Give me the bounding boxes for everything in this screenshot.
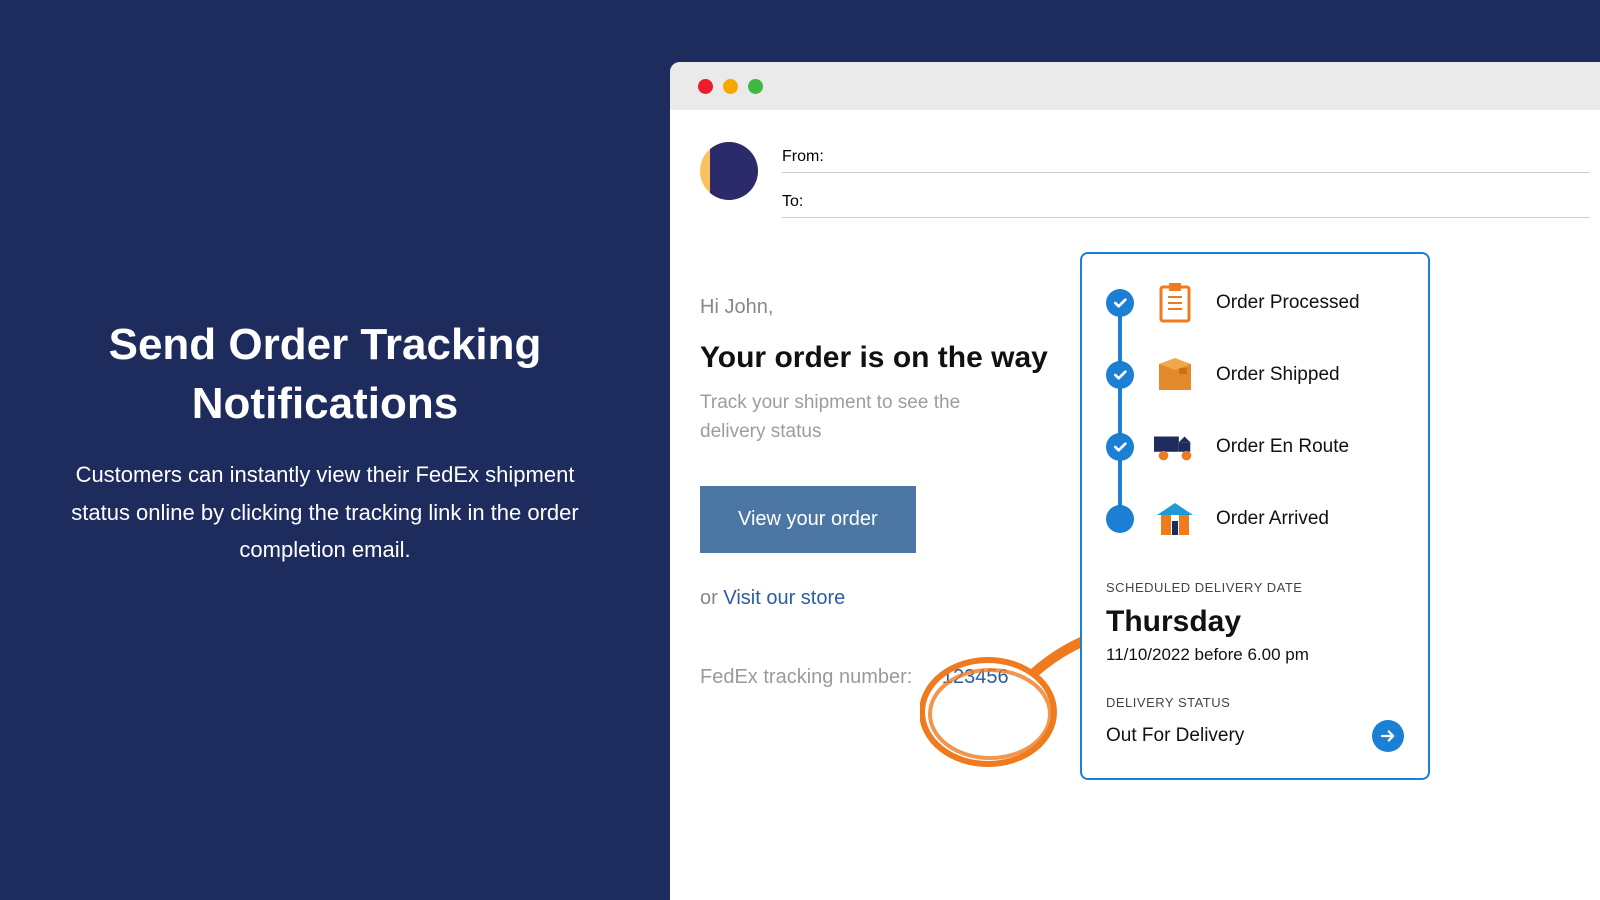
truck-icon bbox=[1154, 432, 1196, 462]
window-minimize-icon[interactable] bbox=[723, 79, 738, 94]
from-field[interactable]: From: bbox=[782, 142, 1590, 173]
view-order-button[interactable]: View your order bbox=[700, 486, 916, 553]
step-current-icon bbox=[1106, 505, 1134, 533]
scheduled-delivery-time: 11/10/2022 before 6.00 pm bbox=[1106, 645, 1404, 665]
step-arrived: Order Arrived bbox=[1106, 492, 1404, 546]
step-label: Order En Route bbox=[1216, 436, 1349, 458]
scheduled-delivery-label: SCHEDULED DELIVERY DATE bbox=[1106, 580, 1404, 595]
marketing-copy: Send Order Tracking Notifications Custom… bbox=[60, 315, 590, 569]
delivery-status-label: DELIVERY STATUS bbox=[1106, 695, 1404, 710]
step-connector bbox=[1118, 290, 1122, 508]
delivery-details-button[interactable] bbox=[1372, 720, 1404, 752]
to-label: To: bbox=[782, 193, 803, 211]
step-check-icon bbox=[1106, 289, 1134, 317]
house-icon bbox=[1154, 501, 1196, 537]
step-label: Order Shipped bbox=[1216, 364, 1340, 386]
window-maximize-icon[interactable] bbox=[748, 79, 763, 94]
step-enroute: Order En Route bbox=[1106, 420, 1404, 474]
marketing-title: Send Order Tracking Notifications bbox=[60, 315, 590, 434]
tracking-label: FedEx tracking number: bbox=[700, 666, 912, 688]
from-label: From: bbox=[782, 148, 824, 166]
or-prefix: or bbox=[700, 587, 723, 609]
visit-store-link[interactable]: Visit our store bbox=[723, 587, 845, 609]
email-header: From: To: bbox=[670, 110, 1600, 218]
email-subtext: Track your shipment to see the delivery … bbox=[700, 389, 1010, 446]
step-check-icon bbox=[1106, 361, 1134, 389]
window-titlebar bbox=[670, 62, 1600, 110]
delivery-status-value: Out For Delivery bbox=[1106, 725, 1244, 747]
step-check-icon bbox=[1106, 433, 1134, 461]
step-label: Order Processed bbox=[1216, 292, 1360, 314]
scheduled-delivery-day: Thursday bbox=[1106, 605, 1404, 639]
to-field[interactable]: To: bbox=[782, 187, 1590, 218]
step-label: Order Arrived bbox=[1216, 508, 1329, 530]
marketing-body: Customers can instantly view their FedEx… bbox=[60, 456, 590, 569]
sender-avatar bbox=[700, 142, 758, 200]
tracking-number[interactable]: 123456 bbox=[942, 666, 1009, 688]
tracking-steps: Order Processed Order Shipped Order En R… bbox=[1106, 276, 1404, 546]
window-close-icon[interactable] bbox=[698, 79, 713, 94]
package-icon bbox=[1154, 358, 1196, 392]
step-shipped: Order Shipped bbox=[1106, 348, 1404, 402]
arrow-right-icon bbox=[1379, 727, 1397, 745]
step-processed: Order Processed bbox=[1106, 276, 1404, 330]
tracking-popover: Order Processed Order Shipped Order En R… bbox=[1080, 252, 1430, 780]
clipboard-icon bbox=[1154, 283, 1196, 323]
